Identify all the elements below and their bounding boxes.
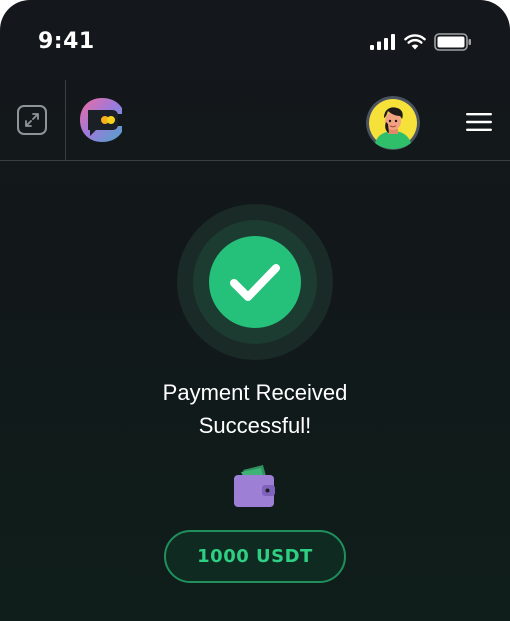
app-logo-icon[interactable] — [78, 96, 126, 144]
avatar[interactable] — [366, 96, 420, 150]
payment-title-line1: Payment Received — [162, 380, 348, 405]
app-header — [0, 80, 510, 161]
success-indicator — [177, 204, 333, 360]
wifi-icon — [404, 34, 426, 50]
header-divider — [65, 80, 66, 160]
payment-status-title: Payment Received Successful! — [0, 376, 510, 442]
battery-icon — [434, 33, 471, 51]
phone-screen: 9:41 Payment Received Successful! 1000 U… — [0, 0, 510, 621]
amount-badge[interactable]: 1000 USDT — [164, 530, 346, 583]
payment-title-line2: Successful! — [198, 413, 312, 438]
status-time: 9:41 — [38, 29, 95, 54]
signal-icon — [370, 34, 395, 50]
avatar-image — [366, 96, 420, 150]
hamburger-menu-icon[interactable] — [466, 112, 492, 132]
wallet-icon — [234, 465, 275, 507]
status-bar: 9:41 — [0, 0, 510, 80]
status-icons — [370, 31, 472, 53]
expand-button[interactable] — [17, 105, 47, 135]
expand-icon — [25, 113, 39, 127]
checkmark-icon — [177, 204, 333, 360]
